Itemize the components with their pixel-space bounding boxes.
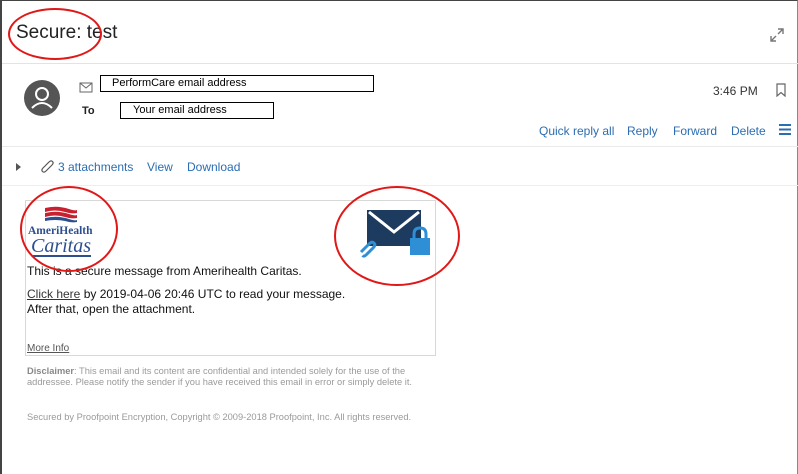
annotation-circle-logo: [20, 186, 118, 272]
menu-icon[interactable]: [779, 124, 791, 135]
divider: [2, 63, 798, 64]
attachments-count[interactable]: 3 attachments: [58, 160, 133, 174]
divider: [2, 146, 798, 147]
more-info-link[interactable]: More Info: [27, 343, 69, 354]
delete-button[interactable]: Delete: [731, 124, 766, 138]
bookmark-icon[interactable]: [775, 83, 787, 97]
sender-field-redacted: PerformCare email address: [100, 75, 374, 92]
disclaimer-label: Disclaimer: [27, 366, 75, 376]
message-time: 3:46 PM: [713, 84, 758, 98]
expand-icon[interactable]: [770, 28, 784, 42]
read-message-line: Click here by 2019-04-06 20:46 UTC to re…: [27, 287, 345, 301]
annotation-circle-subject: [8, 8, 102, 60]
view-attachments-link[interactable]: View: [147, 160, 173, 174]
annotation-circle-lock-icon: [334, 186, 460, 286]
recipient-field-redacted: Your email address: [120, 102, 274, 119]
disclaimer-body: : This email and its content are confide…: [27, 366, 412, 387]
open-attachment-line: After that, open the attachment.: [27, 302, 196, 316]
forward-button[interactable]: Forward: [673, 124, 717, 138]
secured-by-text: Secured by Proofpoint Encryption, Copyri…: [27, 412, 412, 422]
reply-button[interactable]: Reply: [627, 124, 658, 138]
disclaimer-text: Disclaimer: This email and its content a…: [27, 366, 437, 388]
envelope-icon: [79, 82, 93, 93]
read-message-text: by 2019-04-06 20:46 UTC to read your mes…: [80, 287, 346, 301]
click-here-link[interactable]: Click here: [27, 287, 80, 301]
to-label: To: [82, 105, 95, 117]
expand-attachments-icon[interactable]: [16, 163, 21, 171]
paperclip-icon: [41, 160, 54, 173]
avatar-icon[interactable]: [24, 80, 60, 116]
quick-reply-all-button[interactable]: Quick reply all: [539, 124, 614, 138]
download-attachments-link[interactable]: Download: [187, 160, 240, 174]
